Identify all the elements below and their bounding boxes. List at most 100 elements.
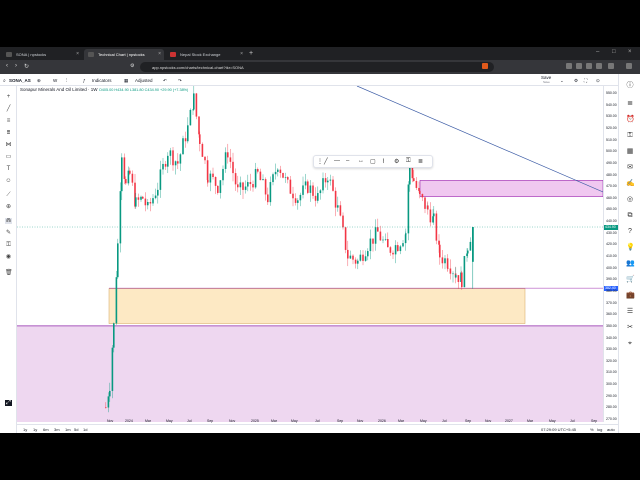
reload-icon[interactable]: ↻ [24,63,29,70]
candle-body [438,240,440,245]
range-5d-button[interactable]: 5d [74,427,78,432]
target-icon[interactable]: ◎ [626,196,634,204]
lock-icon[interactable]: ⚿ [626,132,634,140]
percent-toggle[interactable]: % [590,427,594,432]
menu-icon[interactable] [626,63,632,69]
chat-icon[interactable]: ✉ [626,164,634,172]
close-icon[interactable]: × [158,51,161,57]
range-1m-button[interactable]: 1m [65,427,71,432]
profile-icon[interactable] [608,63,614,69]
maximize-icon[interactable]: □ [612,49,616,55]
range-1y-button[interactable]: 1y [33,427,37,432]
drag-handle-icon[interactable]: ⋮ [317,158,323,165]
compare-button[interactable]: ⊕ [37,78,41,84]
pencil-icon[interactable]: ✎ [5,230,12,236]
horizontal-lines-icon[interactable]: ≡ [5,118,12,124]
new-tab-button[interactable]: + [249,50,253,57]
extension-icon[interactable] [576,63,582,69]
price-scale[interactable]: 434.90 382.40 550.00 540.00 530.00 520.00 51… [603,86,619,422]
brave-shield-icon[interactable] [482,63,488,69]
tune-icon[interactable]: ⚙ [130,63,134,69]
range-1d-button[interactable]: 1d [83,427,87,432]
ruler-icon[interactable]: ⟋ [5,192,12,198]
indicators-button[interactable]: Indicators [92,78,112,83]
price-chart[interactable] [17,86,603,422]
extension-icon[interactable] [566,63,572,69]
candle-body [294,198,297,203]
line-width-icon[interactable]: – [346,158,349,164]
close-icon[interactable]: × [76,51,79,57]
line-tool-icon[interactable]: ╱ [324,158,328,165]
tab-sona[interactable]: SONA | npstocks × [2,49,82,60]
redo-icon[interactable]: ↷ [178,78,182,84]
notes-icon[interactable]: ✍ [626,180,635,188]
range-3m-button[interactable]: 3m [54,427,60,432]
search-icon[interactable]: ⌕ [3,78,6,84]
pattern-icon[interactable]: ⋈ [5,142,12,148]
log-toggle[interactable]: log [597,427,602,432]
layout-icon[interactable]: ▦ [124,78,128,84]
portfolio-icon[interactable]: 💼 [626,292,635,300]
candle-body [142,196,144,199]
trendline-icon[interactable]: ╱ [5,106,12,112]
close-window-icon[interactable]: × [628,49,632,55]
eye-icon[interactable]: ◉ [5,254,12,260]
extension-icon[interactable] [596,63,602,69]
lock-icon[interactable]: ⚿ [5,242,12,248]
price-tick-label: 290.00 [606,393,617,398]
camera-icon[interactable]: ⊙ [596,78,600,84]
candle-type-icon[interactable]: ⫶ [66,78,67,83]
line-style-icon[interactable]: — [334,158,340,164]
chevron-down-icon[interactable]: ⌄ [560,78,564,84]
text-icon[interactable]: T [5,166,12,172]
auto-toggle[interactable]: auto [607,427,615,432]
range-1y-button[interactable]: 1y [23,427,27,432]
candle-body [384,239,387,240]
tab-technical-chart[interactable]: Technical Chart | npstocks × [84,49,164,60]
help-icon[interactable]: ? [626,228,634,236]
info-icon[interactable]: ⓘ [626,82,634,90]
zoom-in-icon[interactable]: ⊕ [5,204,12,210]
rectangle-icon[interactable]: ▭ [5,154,12,160]
settings-icon[interactable]: ⚙ [574,78,578,84]
candle-body [249,182,252,185]
scissors-icon[interactable]: ✂ [626,324,634,332]
layers-icon[interactable]: ⧉ [626,212,634,220]
range-6m-button[interactable]: 6m [43,427,49,432]
rectangle-icon[interactable]: ▢ [370,158,376,165]
close-icon[interactable]: × [240,51,243,57]
cart-icon[interactable]: 🛒 [626,276,635,284]
fib-icon[interactable]: ⩩ [5,130,12,136]
idea-icon[interactable]: 💡 [626,244,635,252]
extension-icon[interactable] [586,63,592,69]
chart-canvas[interactable] [17,86,603,422]
bars-icon[interactable]: ☰ [626,308,634,316]
ray-icon[interactable]: ↔ [358,158,364,164]
fullscreen-icon[interactable]: ⛶ [584,78,587,83]
trash-icon[interactable]: 🗑 [5,270,13,276]
lock-icon[interactable]: ⚿ [406,158,411,165]
crosshair-icon[interactable]: + [5,94,12,100]
back-icon[interactable]: ‹ [6,63,8,69]
price-tick-label: 430.00 [606,230,617,235]
forward-icon[interactable]: › [15,63,17,69]
more-icon[interactable]: ≣ [418,158,423,165]
undo-icon[interactable]: ↶ [163,78,167,84]
interval-button[interactable]: W [53,78,57,83]
alert-icon[interactable]: ⏰ [626,116,635,124]
magnet-icon[interactable]: ⋒ [5,218,12,224]
adjusted-button[interactable]: Adjusted [135,78,153,83]
watchlist-icon[interactable]: ≣ [626,100,634,108]
tab-nepse[interactable]: Nepal Stock Exchange × [166,49,246,60]
url-field[interactable]: app.npstocks.com/charts/technical-chart?… [140,62,494,72]
symbol-search[interactable]: SONA_AS [9,78,31,83]
object-tree-icon[interactable]: ⤢ [5,400,12,406]
users-icon[interactable]: 👥 [626,260,635,268]
calendar-icon[interactable]: ▦ [626,148,634,156]
minimize-icon[interactable]: – [596,49,599,55]
settings-icon[interactable]: ⚙ [394,158,399,165]
path-icon[interactable]: ⌇ [382,158,385,165]
location-icon[interactable]: ⌖ [626,340,634,348]
emoji-icon[interactable]: ☺ [5,178,12,184]
candle-body [212,173,214,178]
